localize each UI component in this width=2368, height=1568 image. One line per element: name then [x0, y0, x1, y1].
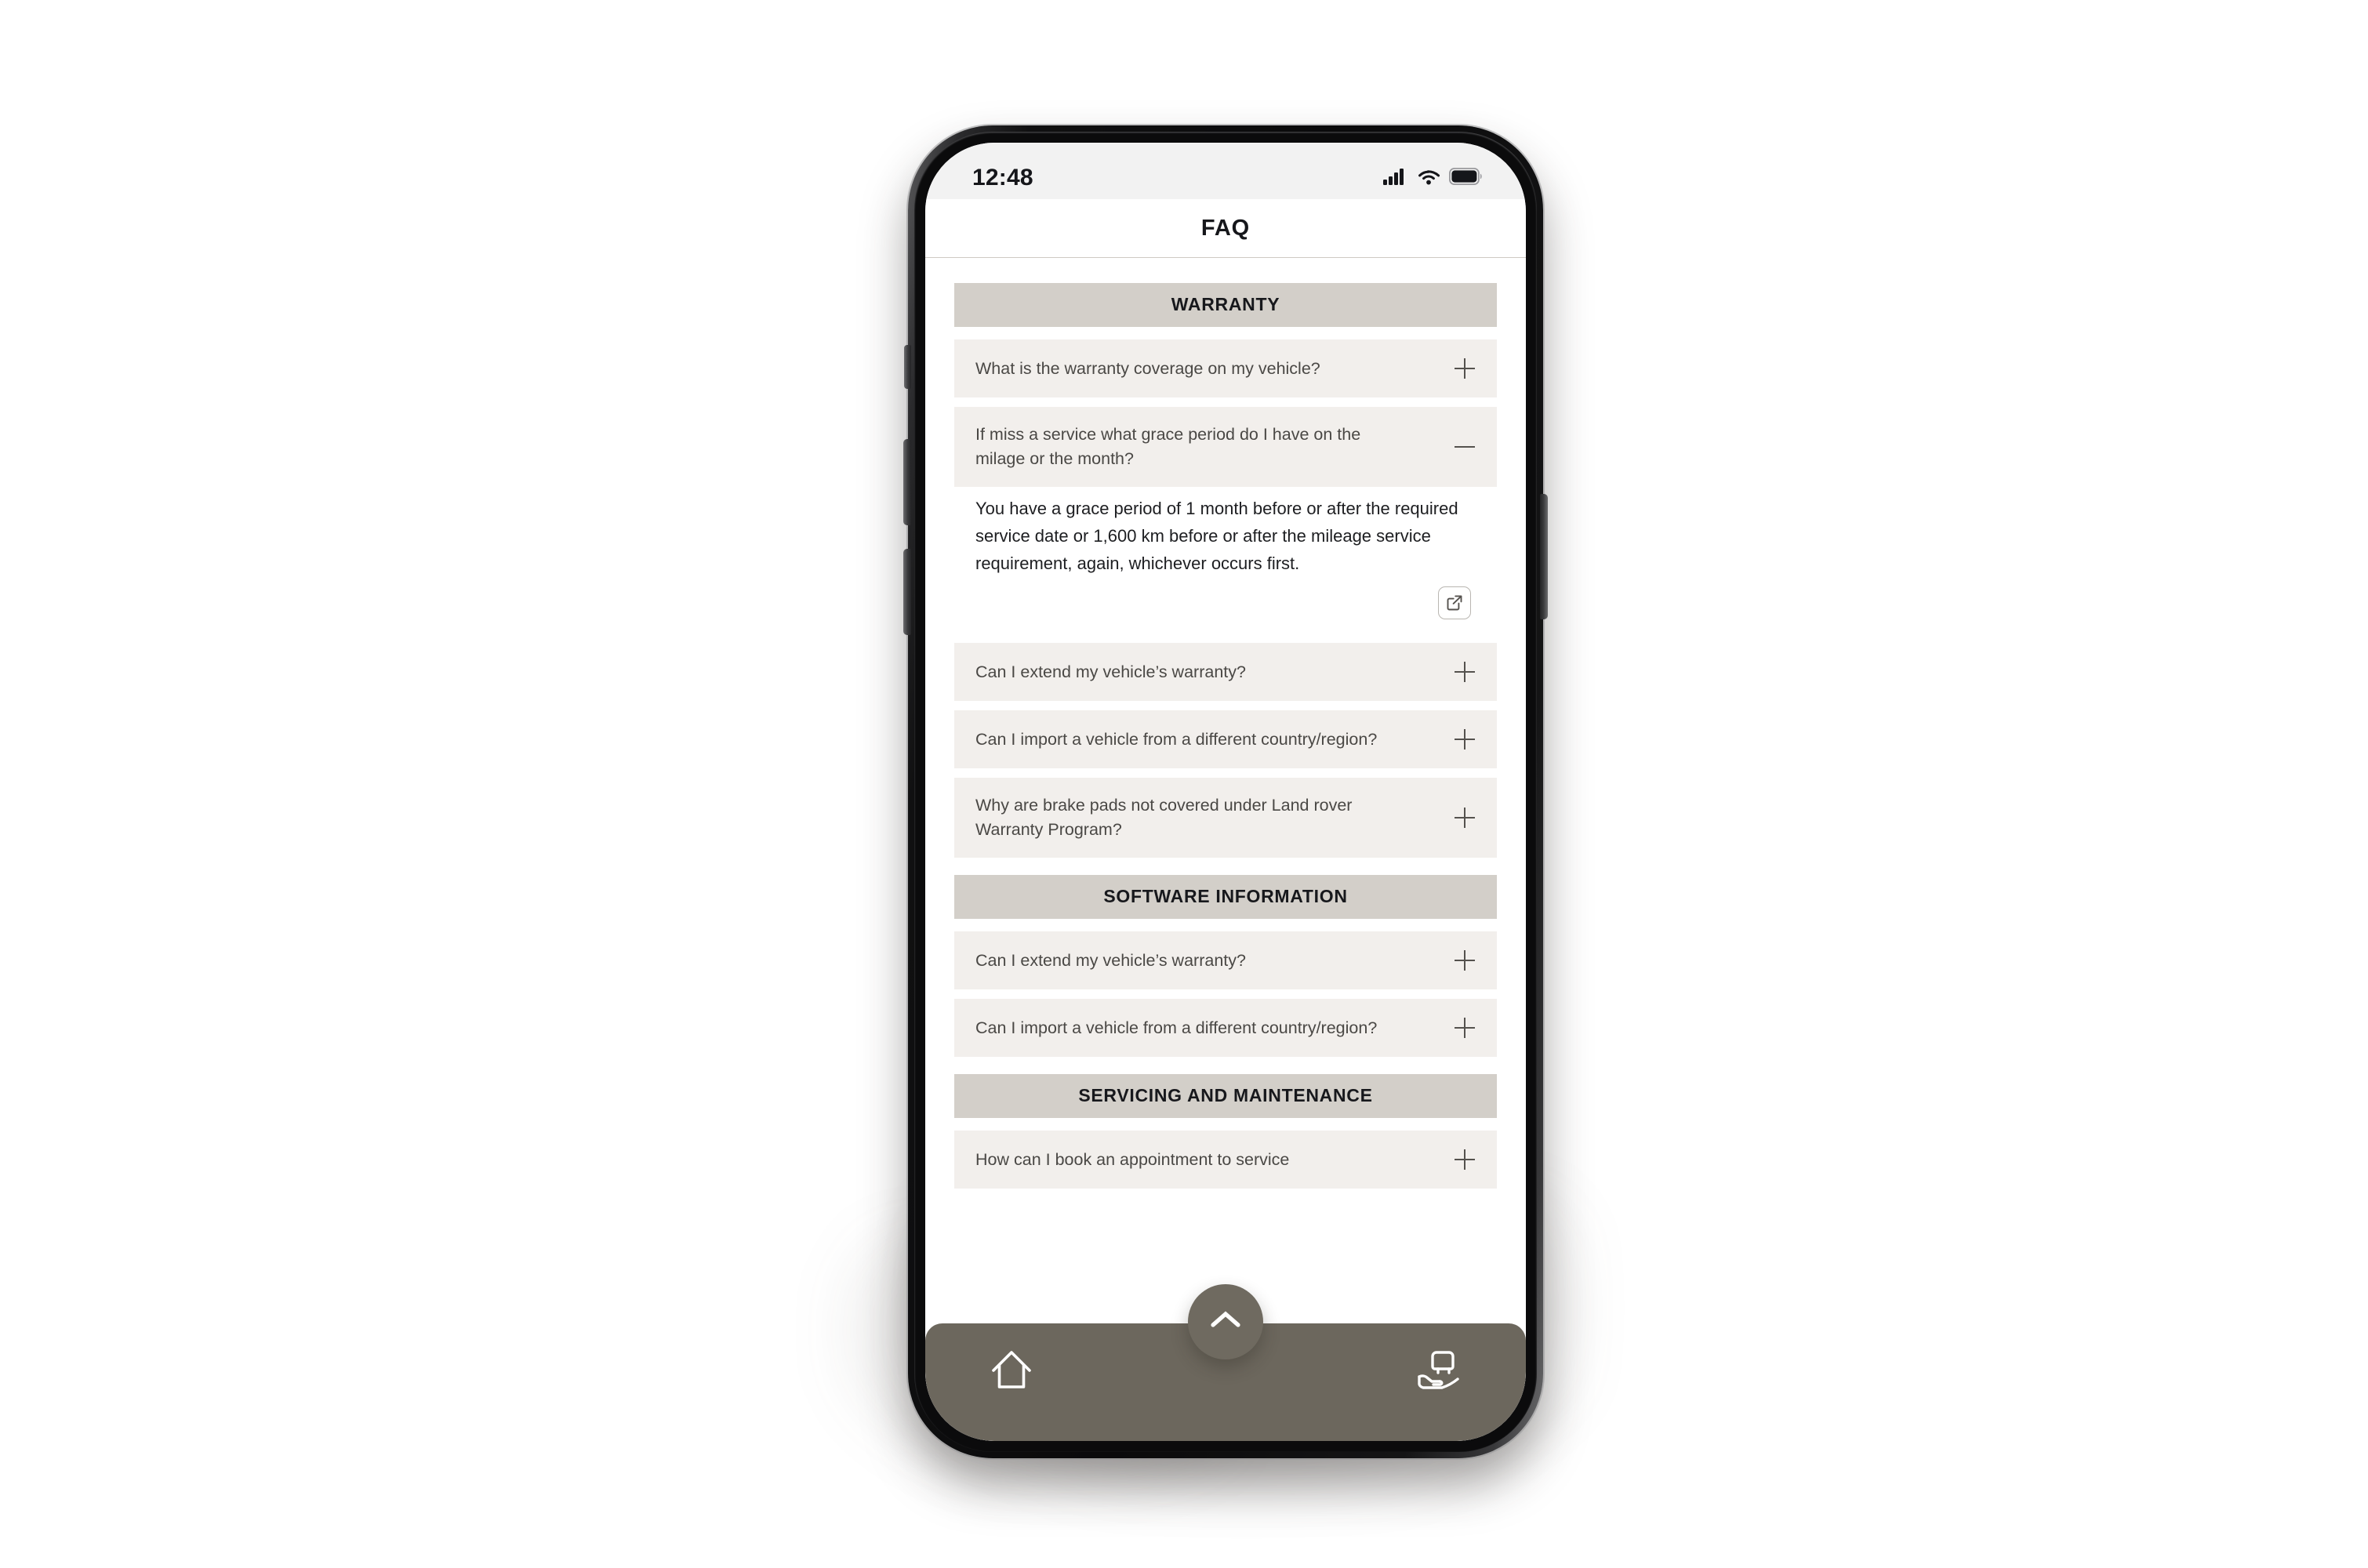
page-title: FAQ — [1200, 215, 1251, 241]
expand-plus-icon[interactable] — [1451, 355, 1478, 382]
power-button[interactable] — [1540, 494, 1548, 619]
faq-question-row[interactable]: How can I book an appointment to service — [954, 1131, 1497, 1189]
faq-item[interactable]: Can I extend my vehicle’s warranty? — [954, 931, 1497, 989]
faq-scroll-area[interactable]: WARRANTY What is the warranty coverage o… — [925, 258, 1526, 1441]
chevron-up-icon — [1208, 1308, 1243, 1336]
expand-plus-icon[interactable] — [1451, 1014, 1478, 1041]
faq-question-text: Can I extend my vehicle’s warranty? — [975, 662, 1246, 681]
section-header-warranty: WARRANTY — [954, 283, 1497, 327]
faq-item[interactable]: Can I import a vehicle from a different … — [954, 710, 1497, 768]
expand-plus-icon[interactable] — [1451, 947, 1478, 974]
status-bar-time: 12:48 — [972, 165, 1033, 191]
faq-question-text: How can I book an appointment to service — [975, 1149, 1290, 1169]
cellular-signal-icon — [1383, 168, 1408, 189]
section-header-software-information: SOFTWARE INFORMATION — [954, 875, 1497, 919]
battery-icon — [1448, 167, 1484, 189]
faq-answer-actions — [975, 577, 1476, 619]
faq-question-text: What is the warranty coverage on my vehi… — [975, 358, 1320, 378]
faq-question-row[interactable]: What is the warranty coverage on my vehi… — [954, 339, 1497, 397]
share-icon[interactable] — [1438, 586, 1471, 619]
faq-question-row[interactable]: Can I extend my vehicle’s warranty? — [954, 643, 1497, 701]
expand-plus-icon[interactable] — [1451, 804, 1478, 831]
expand-plus-icon[interactable] — [1451, 1146, 1478, 1173]
volume-up-button[interactable] — [903, 439, 911, 525]
section-header-servicing-and-maintenance: SERVICING AND MAINTENANCE — [954, 1074, 1497, 1118]
faq-question-text: Why are brake pads not covered under Lan… — [975, 796, 1353, 839]
faq-answer-text: You have a grace period of 1 month befor… — [975, 499, 1458, 573]
faq-question-text: Can I import a vehicle from a different … — [975, 1018, 1378, 1037]
scroll-to-top-button[interactable] — [1188, 1284, 1263, 1359]
faq-item[interactable]: Can I import a vehicle from a different … — [954, 999, 1497, 1057]
faq-item[interactable]: Can I extend my vehicle’s warranty? — [954, 643, 1497, 701]
faq-item-expanded[interactable]: If miss a service what grace period do I… — [954, 407, 1497, 487]
wifi-icon — [1417, 168, 1440, 189]
faq-question-text: Can I import a vehicle from a different … — [975, 729, 1378, 749]
faq-question-row[interactable]: Can I import a vehicle from a different … — [954, 710, 1497, 768]
scene: 12:48 FAQ WARRANTY What is the warranty … — [0, 0, 2368, 1568]
faq-question-text: If miss a service what grace period do I… — [975, 425, 1361, 468]
car-in-hand-icon — [1415, 1348, 1464, 1397]
faq-answer-panel: You have a grace period of 1 month befor… — [954, 487, 1497, 632]
faq-question-row[interactable]: If miss a service what grace period do I… — [954, 407, 1497, 487]
faq-question-row[interactable]: Can I import a vehicle from a different … — [954, 999, 1497, 1057]
silent-switch-button[interactable] — [904, 345, 911, 389]
faq-item[interactable]: Why are brake pads not covered under Lan… — [954, 778, 1497, 858]
expand-plus-icon[interactable] — [1451, 726, 1478, 753]
faq-question-text: Can I extend my vehicle’s warranty? — [975, 950, 1246, 970]
app-title-bar: FAQ — [925, 199, 1526, 258]
expand-plus-icon[interactable] — [1451, 659, 1478, 685]
faq-item[interactable]: How can I book an appointment to service — [954, 1131, 1497, 1189]
status-bar: 12:48 — [925, 143, 1526, 199]
nav-home-button[interactable] — [980, 1341, 1043, 1403]
volume-down-button[interactable] — [903, 549, 911, 635]
faq-question-row[interactable]: Why are brake pads not covered under Lan… — [954, 778, 1497, 858]
phone-device-frame: 12:48 FAQ WARRANTY What is the warranty … — [903, 125, 1548, 1458]
collapse-minus-icon[interactable] — [1451, 434, 1478, 460]
nav-service-button[interactable] — [1408, 1341, 1471, 1403]
phone-screen: 12:48 FAQ WARRANTY What is the warranty … — [925, 143, 1526, 1441]
faq-item[interactable]: What is the warranty coverage on my vehi… — [954, 339, 1497, 397]
status-bar-icons — [1383, 167, 1484, 189]
home-icon — [989, 1348, 1034, 1397]
faq-question-row[interactable]: Can I extend my vehicle’s warranty? — [954, 931, 1497, 989]
